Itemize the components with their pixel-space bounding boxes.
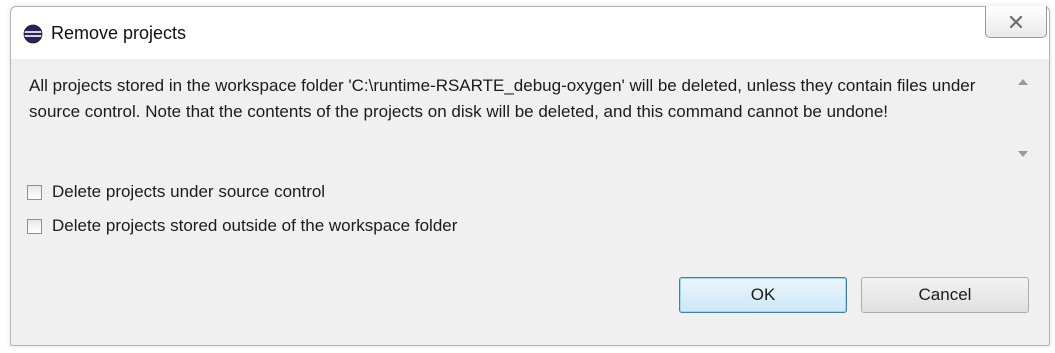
cancel-button[interactable]: Cancel (861, 277, 1029, 313)
checkbox[interactable] (27, 218, 42, 234)
close-icon (1009, 15, 1023, 28)
dialog-title: Remove projects (51, 23, 187, 43)
checkbox-label: Delete projects stored outside of the wo… (52, 216, 458, 235)
message-scrollbar[interactable] (1013, 69, 1033, 165)
scroll-up-arrow-icon[interactable] (1018, 79, 1028, 85)
checkbox[interactable] (27, 184, 42, 200)
close-button[interactable] (985, 6, 1047, 38)
message-text: All projects stored in the workspace fol… (29, 76, 976, 121)
option-delete-source-controlled[interactable]: Delete projects under source control (27, 178, 325, 206)
title-bar: Remove projects (11, 6, 1049, 59)
checkbox-label: Delete projects under source control (52, 182, 326, 201)
scroll-down-arrow-icon[interactable] (1018, 151, 1028, 157)
remove-projects-dialog: Remove projects All projects stored in t… (10, 6, 1050, 346)
eclipse-icon (23, 24, 43, 44)
ok-button[interactable]: OK (679, 277, 847, 313)
message-area: All projects stored in the workspace fol… (25, 67, 1028, 167)
option-delete-outside-workspace[interactable]: Delete projects stored outside of the wo… (27, 212, 457, 240)
